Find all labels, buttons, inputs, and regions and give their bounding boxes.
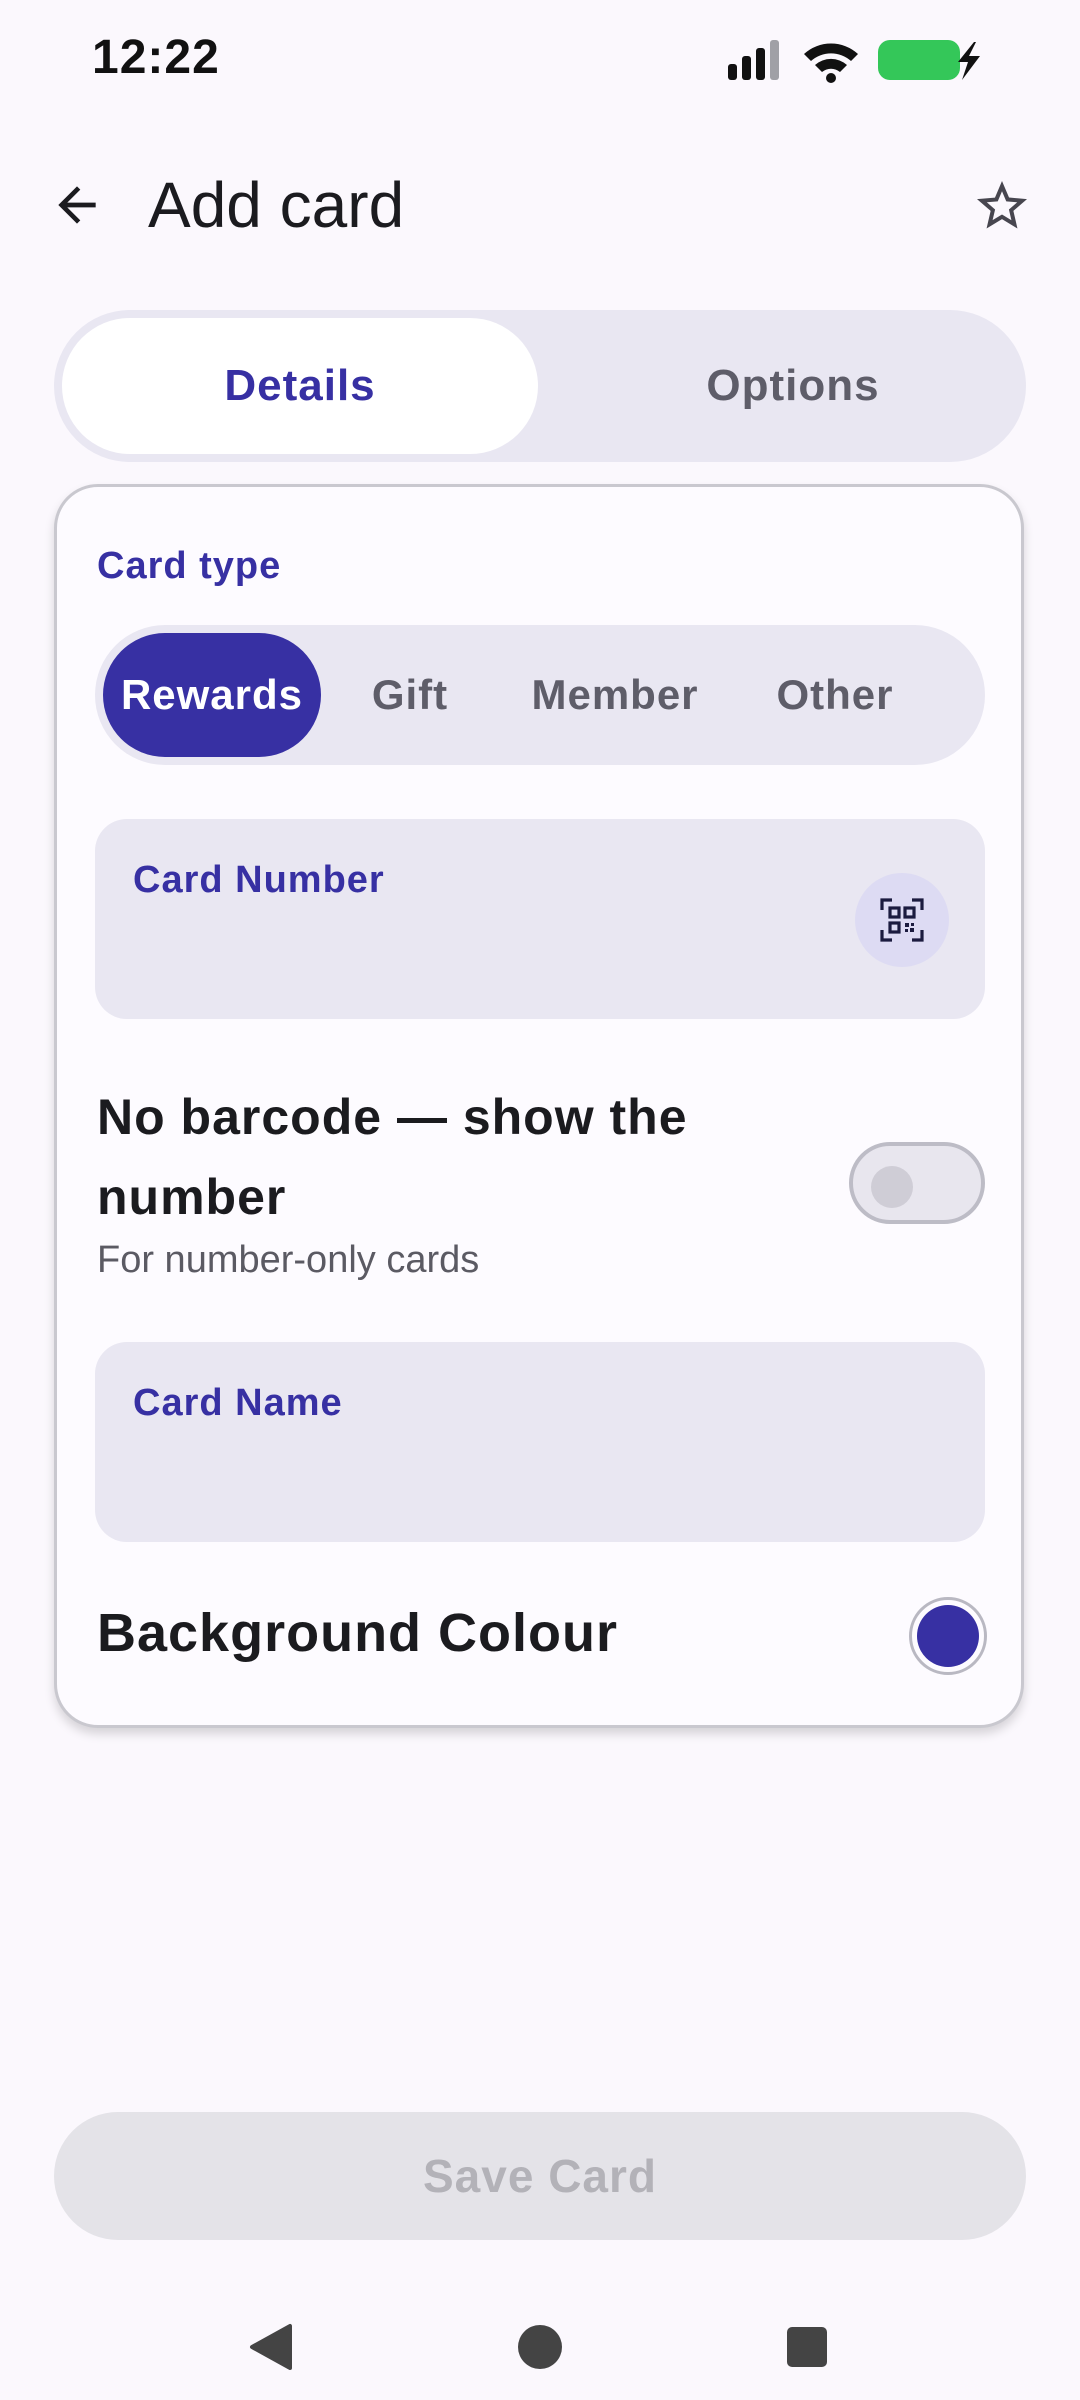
battery-icon xyxy=(878,40,980,80)
scan-barcode-button[interactable] xyxy=(855,873,949,967)
toggle-thumb xyxy=(871,1166,913,1208)
background-colour-label: Background Colour xyxy=(97,1603,619,1663)
status-bar: 12:22 xyxy=(0,0,1080,120)
status-icons xyxy=(728,36,988,86)
triangle-back-icon xyxy=(250,2324,292,2370)
background-colour-picker[interactable] xyxy=(909,1597,987,1675)
star-outline-icon xyxy=(977,181,1027,229)
card-number-field[interactable]: Card Number xyxy=(95,819,985,1019)
nav-home-button[interactable] xyxy=(505,2312,575,2382)
card-type-label: Card type xyxy=(97,545,282,587)
back-button[interactable] xyxy=(42,170,112,240)
card-type-rewards[interactable]: Rewards xyxy=(103,633,321,757)
wifi-icon xyxy=(804,43,858,83)
signal-icon xyxy=(728,40,779,80)
circle-home-icon xyxy=(518,2325,562,2369)
card-type-member[interactable]: Member xyxy=(515,633,715,757)
page-title: Add card xyxy=(148,169,405,241)
no-barcode-title: No barcode — show the number xyxy=(97,1089,688,1225)
status-time: 12:22 xyxy=(92,31,220,84)
nav-back-button[interactable] xyxy=(236,2312,306,2382)
square-recents-icon xyxy=(787,2327,827,2367)
app-bar: Add card xyxy=(0,150,1080,260)
no-barcode-toggle[interactable] xyxy=(849,1142,985,1224)
card-number-label: Card Number xyxy=(133,859,385,901)
card-name-field[interactable]: Card Name xyxy=(95,1342,985,1542)
card-type-selector: Rewards Gift Member Other xyxy=(95,625,985,765)
tab-options[interactable]: Options xyxy=(598,318,988,454)
tab-details[interactable]: Details xyxy=(62,318,538,454)
arrow-left-icon xyxy=(58,186,96,224)
tab-bar: Details Options xyxy=(54,310,1026,462)
no-barcode-subtitle: For number-only cards xyxy=(97,1239,480,1281)
card-details-form: Card type Rewards Gift Member Other Card… xyxy=(54,484,1024,1728)
qr-scan-icon xyxy=(880,898,924,942)
favorite-button[interactable] xyxy=(964,168,1040,244)
card-type-other[interactable]: Other xyxy=(735,633,935,757)
card-type-gift[interactable]: Gift xyxy=(335,633,485,757)
save-card-button[interactable]: Save Card xyxy=(54,2112,1026,2240)
system-nav-bar xyxy=(0,2290,1080,2400)
colour-swatch-dot xyxy=(917,1605,979,1667)
nav-recents-button[interactable] xyxy=(772,2312,842,2382)
card-name-label: Card Name xyxy=(133,1382,343,1424)
